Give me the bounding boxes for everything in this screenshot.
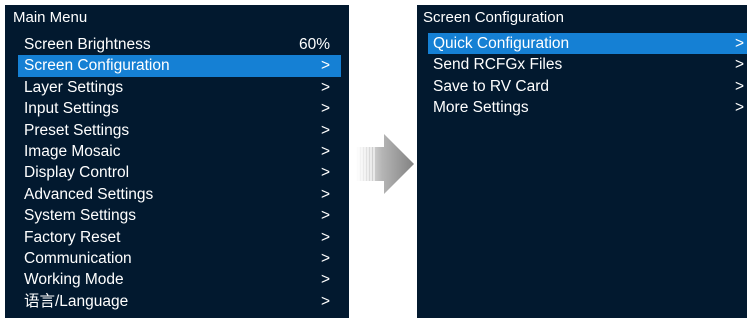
chevron-right-icon: > xyxy=(320,100,330,118)
menu-item-label: Working Mode xyxy=(24,271,124,289)
menu-item-label: Quick Configuration xyxy=(433,35,570,52)
menu-item-screen-brightness[interactable]: Screen Brightness 60% xyxy=(18,34,341,55)
chevron-right-icon: > xyxy=(320,249,330,267)
chevron-right-icon: > xyxy=(320,142,330,160)
menu-item-send-rcfgx-files[interactable]: Send RCFGx Files > xyxy=(428,54,747,75)
screen-configuration-list: Quick Configuration > Send RCFGx Files >… xyxy=(417,33,747,119)
chevron-right-icon: > xyxy=(734,99,744,117)
menu-item-label: More Settings xyxy=(433,99,529,117)
menu-item-more-settings[interactable]: More Settings > xyxy=(428,97,747,118)
menu-item-factory-reset[interactable]: Factory Reset > xyxy=(18,227,341,248)
menu-item-language[interactable]: 语言/Language > xyxy=(18,291,341,312)
chevron-right-icon: > xyxy=(734,35,744,52)
menu-item-label: Communication xyxy=(24,249,132,267)
chevron-right-icon: > xyxy=(320,271,330,289)
menu-item-advanced-settings[interactable]: Advanced Settings > xyxy=(18,184,341,205)
chevron-right-icon: > xyxy=(320,164,330,182)
menu-item-display-control[interactable]: Display Control > xyxy=(18,162,341,183)
menu-item-label: 语言/Language xyxy=(24,292,129,310)
menu-item-label: Input Settings xyxy=(24,100,119,118)
menu-item-image-mosaic[interactable]: Image Mosaic > xyxy=(18,141,341,162)
menu-item-system-settings[interactable]: System Settings > xyxy=(18,205,341,226)
menu-item-screen-configuration[interactable]: Screen Configuration > xyxy=(18,55,341,77)
chevron-right-icon: > xyxy=(320,292,330,310)
chevron-right-icon: > xyxy=(320,228,330,246)
menu-item-input-settings[interactable]: Input Settings > xyxy=(18,98,341,119)
menu-item-label: Send RCFGx Files xyxy=(433,56,563,74)
menu-item-label: Image Mosaic xyxy=(24,142,121,160)
menu-item-layer-settings[interactable]: Layer Settings > xyxy=(18,77,341,98)
chevron-right-icon: > xyxy=(734,77,744,95)
chevron-right-icon: > xyxy=(320,185,330,203)
menu-item-preset-settings[interactable]: Preset Settings > xyxy=(18,120,341,141)
brightness-value: 60% xyxy=(298,36,330,53)
menu-item-label: Display Control xyxy=(24,164,130,182)
screen-configuration-panel: Screen Configuration Quick Configuration… xyxy=(417,5,747,318)
menu-item-label: Screen Brightness xyxy=(24,36,151,53)
chevron-right-icon: > xyxy=(734,56,744,74)
menu-item-working-mode[interactable]: Working Mode > xyxy=(18,269,341,290)
menu-item-label: Preset Settings xyxy=(24,121,130,139)
main-menu-title: Main Menu xyxy=(13,9,88,26)
menu-item-label: Screen Configuration xyxy=(24,57,170,75)
main-menu-panel: Main Menu Screen Brightness 60% Screen C… xyxy=(5,5,349,318)
menu-item-label: Save to RV Card xyxy=(433,77,550,95)
menu-item-label: Advanced Settings xyxy=(24,185,154,203)
chevron-right-icon: > xyxy=(320,57,330,75)
menu-item-communication[interactable]: Communication > xyxy=(18,248,341,269)
right-arrow-icon xyxy=(356,134,414,194)
menu-item-label: Layer Settings xyxy=(24,78,124,96)
menu-item-save-to-rv-card[interactable]: Save to RV Card > xyxy=(428,76,747,97)
menu-item-quick-configuration[interactable]: Quick Configuration > xyxy=(428,33,747,55)
chevron-right-icon: > xyxy=(320,207,330,225)
chevron-right-icon: > xyxy=(320,121,330,139)
menu-item-label: System Settings xyxy=(24,207,136,225)
chevron-right-icon: > xyxy=(320,78,330,96)
screen-configuration-title: Screen Configuration xyxy=(423,9,564,26)
main-menu-list: Screen Brightness 60% Screen Configurati… xyxy=(5,34,349,312)
menu-item-label: Factory Reset xyxy=(24,228,121,246)
